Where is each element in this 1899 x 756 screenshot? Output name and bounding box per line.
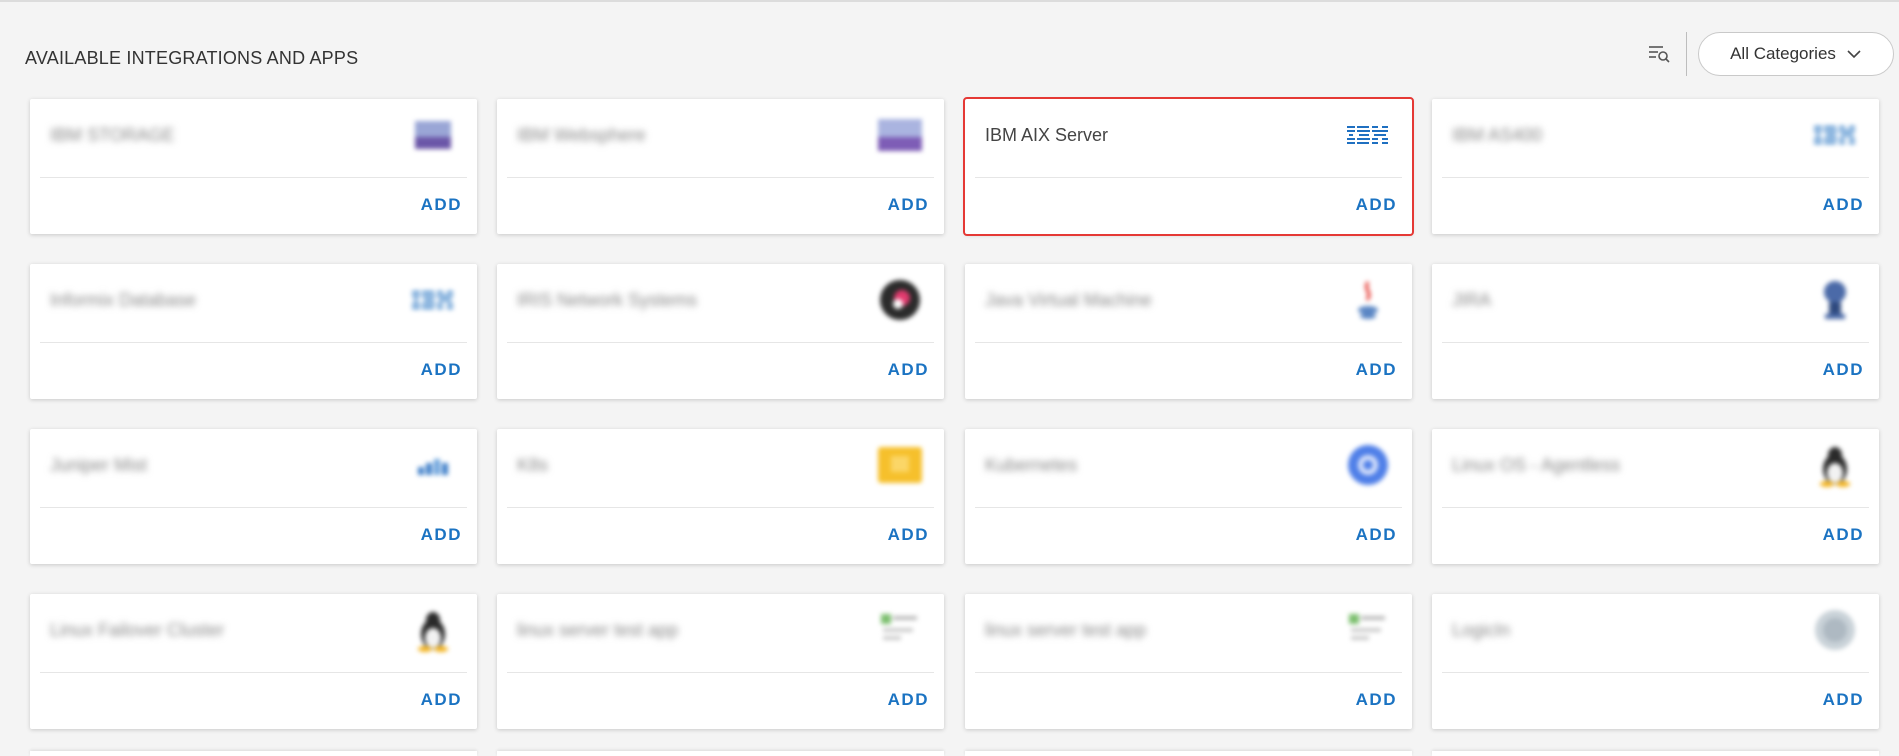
add-button[interactable]: ADD — [1823, 360, 1864, 380]
integration-card[interactable]: IBM STORAGE ADD — [30, 99, 477, 234]
card-divider — [40, 507, 467, 508]
add-button[interactable]: ADD — [888, 195, 929, 215]
integration-name: IRIS Network Systems — [517, 290, 698, 310]
linux-icon — [409, 608, 457, 652]
integration-card[interactable]: Juniper Mist ADD — [30, 429, 477, 564]
integration-card[interactable]: Java Virtual Machine ADD — [965, 264, 1412, 399]
integration-card[interactable]: IBM AS400 ADD — [1432, 99, 1879, 234]
storage-icon — [409, 113, 457, 157]
card-divider — [975, 507, 1402, 508]
card-divider — [1442, 177, 1869, 178]
chevron-down-icon — [1846, 44, 1862, 64]
integration-card[interactable]: JIRA ADD — [1432, 264, 1879, 399]
java-icon — [1344, 278, 1392, 322]
card-divider — [40, 177, 467, 178]
integration-name: Kubernetes — [985, 455, 1078, 475]
logicin-icon — [1811, 608, 1859, 652]
kubernetes-icon — [1344, 443, 1392, 487]
add-button[interactable]: ADD — [888, 690, 929, 710]
card-divider — [507, 507, 934, 508]
iris-icon — [876, 278, 924, 322]
add-button[interactable]: ADD — [421, 360, 462, 380]
card-divider — [1442, 342, 1869, 343]
add-button[interactable]: ADD — [1823, 525, 1864, 545]
card-divider — [1442, 672, 1869, 673]
card-divider — [40, 672, 467, 673]
card-divider — [1442, 507, 1869, 508]
next-row-card — [497, 751, 944, 756]
header: AVAILABLE INTEGRATIONS AND APPS All Cate… — [25, 32, 1895, 82]
page-title: AVAILABLE INTEGRATIONS AND APPS — [25, 48, 359, 68]
integration-name: IBM AIX Server — [985, 125, 1109, 145]
integration-name: linux server test app — [517, 620, 679, 640]
integration-name: JIRA — [1452, 290, 1492, 310]
integration-card[interactable]: Informix Database ADD — [30, 264, 477, 399]
integration-name: Informix Database — [50, 290, 197, 310]
integration-name: IBM AS400 — [1452, 125, 1543, 145]
add-button[interactable]: ADD — [888, 525, 929, 545]
websphere-icon — [876, 113, 924, 157]
integration-card[interactable]: K8s ADD — [497, 429, 944, 564]
integration-name: linux server test app — [985, 620, 1147, 640]
ibm-logo-icon — [1344, 113, 1392, 157]
integration-name: Linux OS - Agentless — [1452, 455, 1621, 475]
category-select-label: All Categories — [1730, 44, 1836, 63]
k8s-icon — [876, 443, 924, 487]
integration-name: LogicIn — [1452, 620, 1511, 640]
add-button[interactable]: ADD — [1356, 525, 1397, 545]
next-row-card — [965, 751, 1412, 756]
integration-card[interactable]: IBM Websphere ADD — [497, 99, 944, 234]
card-divider — [507, 177, 934, 178]
next-row-card — [30, 751, 477, 756]
category-select[interactable]: All Categories — [1698, 32, 1894, 76]
integration-name: Java Virtual Machine — [985, 290, 1152, 310]
ibm-logo-icon — [1811, 113, 1859, 157]
add-button[interactable]: ADD — [421, 690, 462, 710]
juniper-icon — [409, 443, 457, 487]
add-button[interactable]: ADD — [1823, 195, 1864, 215]
card-divider — [507, 342, 934, 343]
card-divider — [40, 342, 467, 343]
integration-name: Juniper Mist — [50, 455, 148, 475]
add-button[interactable]: ADD — [1356, 195, 1397, 215]
broken-image-icon — [1344, 608, 1392, 652]
integration-card[interactable]: Linux OS - Agentless ADD — [1432, 429, 1879, 564]
card-divider — [975, 672, 1402, 673]
jira-icon — [1811, 278, 1859, 322]
linux-icon — [1811, 443, 1859, 487]
integration-card[interactable]: LogicIn ADD — [1432, 594, 1879, 729]
ibm-logo-icon — [409, 278, 457, 322]
integration-card[interactable]: Linux Failover Cluster ADD — [30, 594, 477, 729]
add-button[interactable]: ADD — [421, 195, 462, 215]
header-divider — [1686, 32, 1687, 76]
card-divider — [507, 672, 934, 673]
add-button[interactable]: ADD — [421, 525, 462, 545]
integration-card[interactable]: linux server test app ADD — [497, 594, 944, 729]
add-button[interactable]: ADD — [1823, 690, 1864, 710]
integration-name: Linux Failover Cluster — [50, 620, 225, 640]
card-divider — [975, 177, 1402, 178]
card-divider — [975, 342, 1402, 343]
filter-search-icon[interactable] — [1639, 34, 1679, 74]
integration-name: IBM Websphere — [517, 125, 646, 145]
integration-name: K8s — [517, 455, 549, 475]
integration-card[interactable]: IBM AIX Server ADD — [963, 97, 1414, 236]
add-button[interactable]: ADD — [1356, 360, 1397, 380]
integration-card[interactable]: IRIS Network Systems ADD — [497, 264, 944, 399]
add-button[interactable]: ADD — [1356, 690, 1397, 710]
next-row-card — [1432, 751, 1879, 756]
top-border — [0, 0, 1899, 2]
integration-card[interactable]: Kubernetes ADD — [965, 429, 1412, 564]
integration-name: IBM STORAGE — [50, 125, 175, 145]
broken-image-icon — [876, 608, 924, 652]
integration-card[interactable]: linux server test app ADD — [965, 594, 1412, 729]
add-button[interactable]: ADD — [888, 360, 929, 380]
